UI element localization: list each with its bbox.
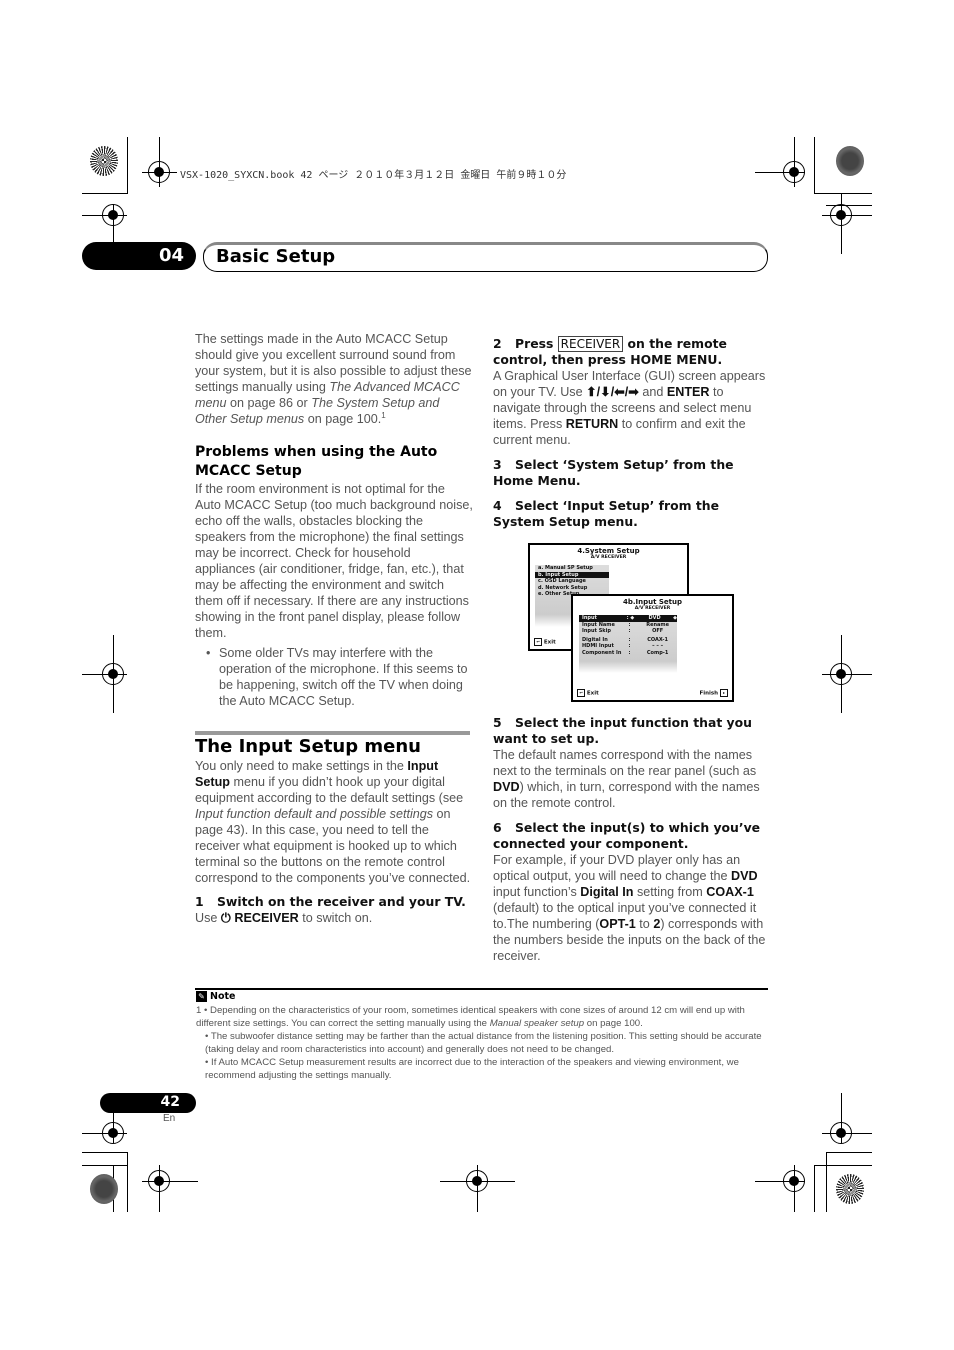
step-3-title: 3 Select ‘System Setup’ from the Home Men… bbox=[493, 457, 734, 488]
color-target-icon bbox=[836, 1174, 864, 1204]
input-setup-screen: 4b.Input Setup A/V RECEIVER Input: ◆ DVD ◆… bbox=[571, 594, 734, 702]
page-language: En bbox=[163, 1113, 176, 1124]
screen-subtitle: A/V RECEIVER bbox=[590, 555, 627, 560]
input-setup-table: Input: ◆ DVD ◆ Input Name: Rename Input Ski… bbox=[579, 615, 677, 673]
left-column: The settings made in the Auto MCACC Setu… bbox=[195, 331, 473, 709]
return-key-icon: ↩ bbox=[577, 689, 585, 697]
finish-key-icon: ▸ bbox=[720, 689, 728, 697]
input-skip-row[interactable]: Input Skip: OFF bbox=[579, 628, 677, 635]
arrow-keys-icon: ⬆/⬇/⬅/➡ bbox=[586, 385, 639, 399]
note-heading: ✎ Note bbox=[196, 991, 235, 1002]
page-number: 42 bbox=[160, 1094, 180, 1110]
screen-title: 4b.Input Setup bbox=[622, 598, 683, 606]
step-2-title: 2 Press RECEIVER on the remote control, t… bbox=[493, 336, 727, 367]
pencil-icon: ✎ bbox=[196, 991, 207, 1002]
color-target-icon bbox=[90, 146, 118, 176]
right-column-lower: 5 Select the input function that you want… bbox=[493, 715, 771, 964]
step-6-body: For example, if your DVD player only has… bbox=[493, 853, 766, 963]
page-number-badge: 42 bbox=[100, 1093, 196, 1113]
receiver-key-label: RECEIVER bbox=[557, 336, 624, 352]
footnote-1: 1 • Depending on the characteristics of … bbox=[196, 1005, 745, 1029]
step-4-title: 4 Select ‘Input Setup’ from the System Se… bbox=[493, 498, 719, 529]
footnotes: 1 • Depending on the characteristics of … bbox=[196, 1004, 771, 1082]
screen-title: 4.System Setup bbox=[577, 547, 640, 555]
component-in-row[interactable]: Component In: Comp-1 bbox=[579, 650, 677, 657]
finish-button[interactable]: Finish ▸ bbox=[699, 689, 728, 697]
print-header: VSX-1020_SYXCN.book 42 ページ ２０１０年３月１２日 金曜… bbox=[180, 170, 567, 181]
section-divider bbox=[195, 731, 470, 735]
input-setup-paragraph: You only need to make settings in the In… bbox=[195, 759, 471, 885]
step-6-title: 6 Select the input(s) to which you’ve con… bbox=[493, 820, 761, 851]
right-column: 2 Press RECEIVER on the remote control, t… bbox=[493, 336, 771, 530]
step-5-title: 5 Select the input function that you want… bbox=[493, 715, 752, 746]
step-5-body: The default names correspond with the na… bbox=[493, 748, 760, 810]
color-target-icon bbox=[90, 1174, 118, 1204]
problems-heading: Problems when using the Auto MCACC Setup bbox=[195, 444, 438, 479]
chapter-title: Basic Setup bbox=[216, 246, 336, 267]
color-target-icon bbox=[836, 146, 864, 176]
problems-bullet: Some older TVs may interfere with the op… bbox=[195, 645, 473, 709]
link-input-function: Input function default and possible sett… bbox=[195, 807, 434, 821]
footnote-2: • The subwoofer distance setting may be … bbox=[205, 1031, 762, 1055]
footnote-ref: 1 bbox=[381, 410, 386, 420]
step-2-body: A Graphical User Interface (GUI) screen … bbox=[493, 369, 766, 447]
input-setup-section: The Input Setup menu You only need to ma… bbox=[195, 736, 473, 926]
exit-button[interactable]: ↩ Exit bbox=[577, 689, 599, 697]
chapter-title-box: Basic Setup bbox=[203, 242, 768, 272]
power-icon: ⏻ bbox=[220, 911, 231, 925]
link-manual-speaker-setup: Manual speaker setup bbox=[489, 1018, 585, 1029]
step-1-title: 1 Switch on the receiver and your TV. bbox=[195, 894, 466, 909]
intro-paragraph: The settings made in the Auto MCACC Setu… bbox=[195, 332, 472, 426]
note-divider bbox=[195, 988, 768, 990]
input-setup-heading: The Input Setup menu bbox=[195, 736, 421, 757]
return-key-icon: ↩ bbox=[534, 638, 542, 646]
screen-subtitle: A/V RECEIVER bbox=[634, 606, 671, 611]
problems-paragraph: If the room environment is not optimal f… bbox=[195, 482, 473, 640]
step-1-body: Use ⏻ RECEIVER to switch on. bbox=[195, 911, 373, 925]
exit-button[interactable]: ↩ Exit bbox=[534, 638, 556, 646]
chapter-number: 04 bbox=[158, 245, 184, 266]
footnote-3: • If Auto MCACC Setup measurement result… bbox=[205, 1057, 739, 1081]
chapter-number-badge: 04 bbox=[82, 242, 196, 270]
